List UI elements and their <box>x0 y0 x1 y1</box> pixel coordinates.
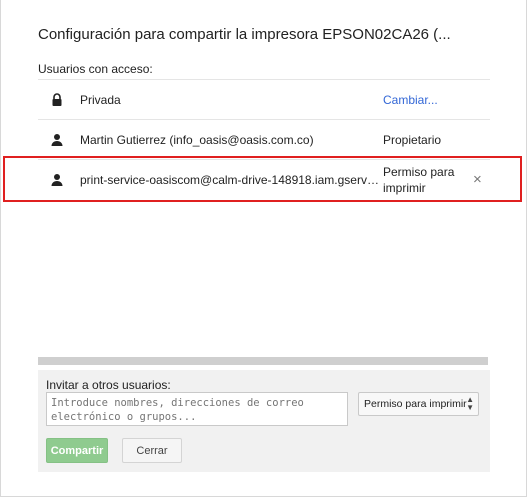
invite-panel: Invitar a otros usuarios: Permiso para i… <box>38 370 490 472</box>
invite-input[interactable] <box>46 392 348 426</box>
permission-selected-value: Permiso para imprimir <box>364 398 467 410</box>
lock-icon <box>51 92 63 107</box>
close-button[interactable]: Cerrar <box>122 438 182 463</box>
access-label: Usuarios con acceso: <box>38 62 153 76</box>
share-printer-dialog: Configuración para compartir la impresor… <box>0 0 527 497</box>
invite-label: Invitar a otros usuarios: <box>46 378 171 392</box>
users-list: Privada Cambiar... Martin Gutierrez (inf… <box>38 79 490 199</box>
role-line-1: Permiso para <box>383 164 455 179</box>
print-service-account-name: print-service-oasiscom@calm-drive-148918… <box>80 172 380 187</box>
print-service-role: Permiso para imprimir <box>383 164 454 196</box>
list-item-owner: Martin Gutierrez (info_oasis@oasis.com.c… <box>38 119 490 159</box>
privacy-label: Privada <box>80 92 121 107</box>
remove-user-button[interactable]: × <box>473 171 482 188</box>
share-button[interactable]: Compartir <box>46 438 108 463</box>
select-arrows-icon: ▲ ▼ <box>466 395 474 412</box>
list-item-privacy: Privada Cambiar... <box>38 79 490 119</box>
role-line-2: imprimir <box>383 180 426 195</box>
permission-select[interactable]: Permiso para imprimir ▲ ▼ <box>358 392 479 416</box>
owner-name: Martin Gutierrez (info_oasis@oasis.com.c… <box>80 132 314 147</box>
horizontal-scrollbar[interactable] <box>38 357 488 365</box>
owner-role: Propietario <box>383 132 442 147</box>
change-privacy-link[interactable]: Cambiar... <box>383 92 438 108</box>
person-icon <box>51 173 63 187</box>
dialog-title: Configuración para compartir la impresor… <box>38 26 451 43</box>
person-icon <box>51 133 63 147</box>
list-item-print-service: print-service-oasiscom@calm-drive-148918… <box>38 159 490 199</box>
